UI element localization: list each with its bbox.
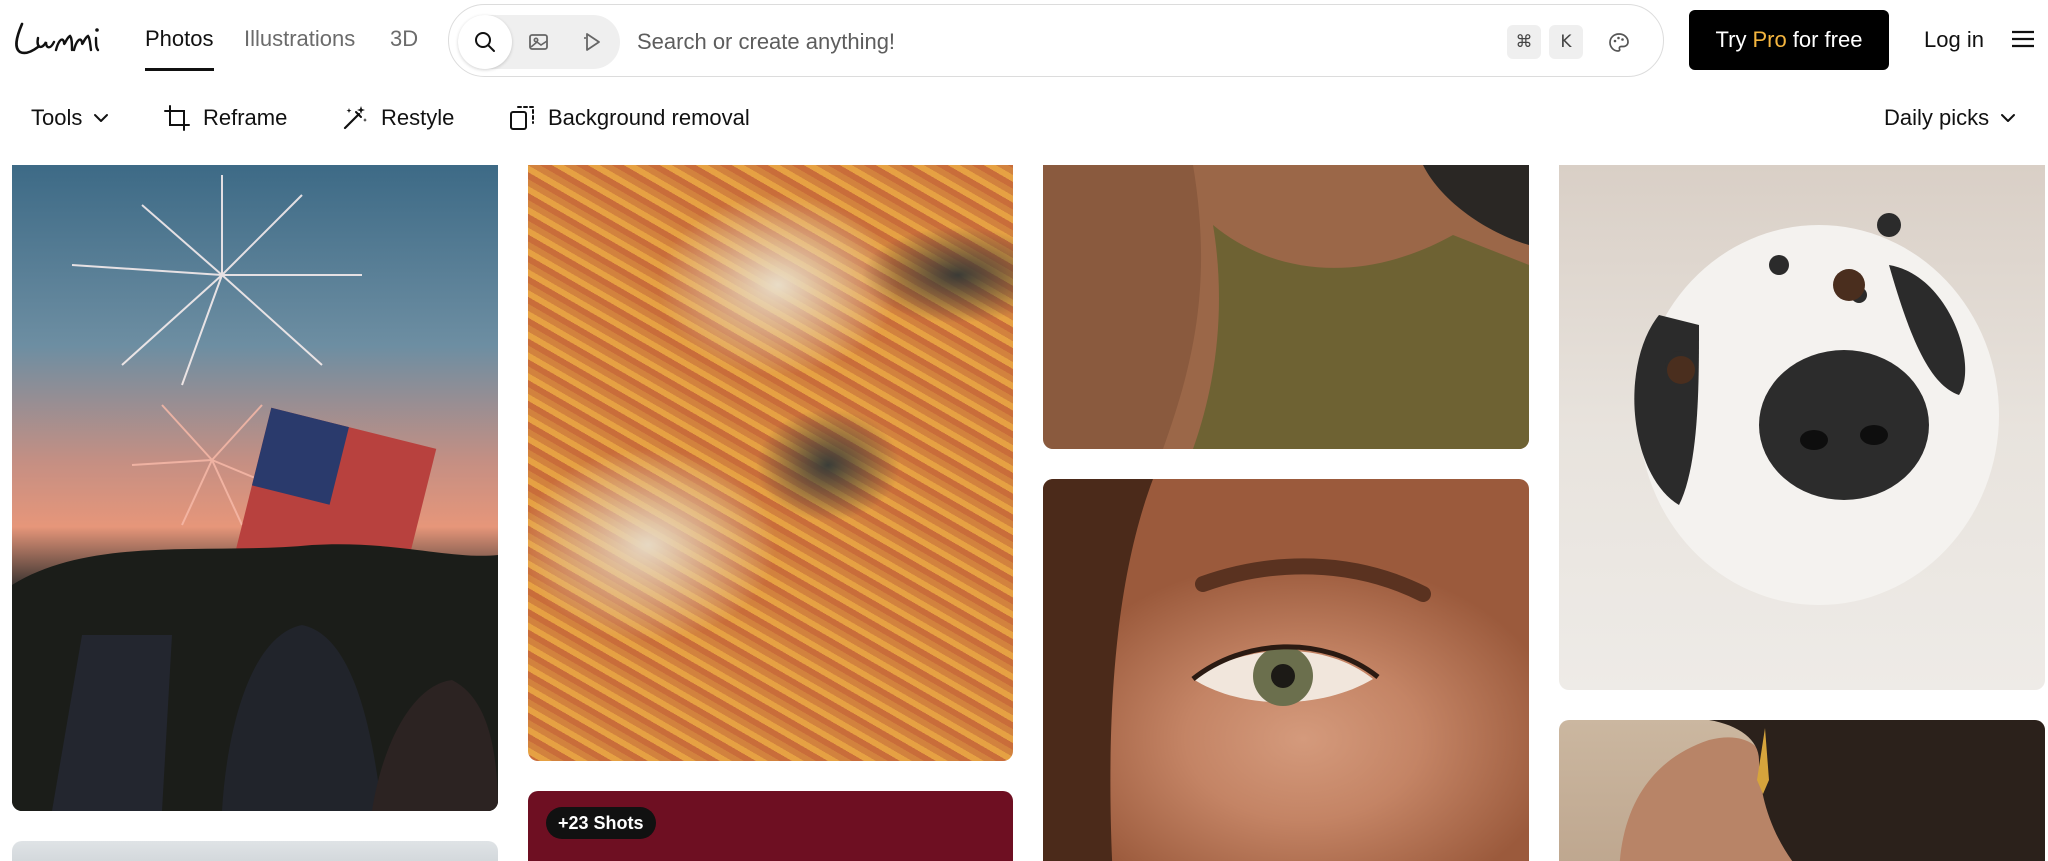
photo-dalmatian-image [1634, 213, 1999, 605]
chevron-down-icon [94, 114, 109, 122]
tools-dropdown[interactable]: Tools [31, 101, 110, 135]
photo-card-street[interactable] [12, 841, 498, 861]
chevron-down-icon [2001, 114, 2016, 122]
search-bar: ⌘ K [448, 4, 1664, 77]
shortcut-cmd-key: ⌘ [1507, 25, 1541, 59]
image-search-icon [529, 34, 548, 50]
search-mode-button[interactable] [458, 15, 512, 69]
photo-woman-profile-image [1619, 720, 2045, 861]
magic-wand-icon [343, 106, 367, 130]
tools-label: Tools [31, 105, 83, 130]
lummi-logo[interactable] [12, 14, 116, 66]
try-pro-button[interactable]: Try Pro for free [1689, 10, 1889, 70]
pro-accent: Pro [1752, 27, 1787, 52]
color-filter-button[interactable] [1601, 25, 1637, 61]
photo-eye-image [1043, 479, 1431, 861]
background-removal-icon [510, 106, 534, 130]
sort-dropdown[interactable]: Daily picks [1884, 101, 2017, 135]
generate-mode-button[interactable] [566, 15, 620, 69]
photo-card-dalmatian[interactable] [1559, 165, 2045, 690]
photo-card-torso[interactable] [1043, 165, 1529, 449]
tab-photos[interactable]: Photos [145, 26, 214, 71]
tab-3d[interactable]: 3D [390, 26, 418, 66]
photo-card-eye[interactable] [1043, 479, 1529, 861]
top-header: Photos Illustrations 3D Search or create… [0, 0, 2048, 80]
menu-button[interactable] [2010, 26, 2036, 52]
pro-prefix: Try [1715, 27, 1747, 52]
search-mode-group [458, 15, 620, 69]
pro-suffix: for free [1792, 27, 1863, 52]
search-input[interactable] [637, 25, 1437, 59]
hamburger-menu-icon [2012, 30, 2034, 48]
shots-count-badge: +23 Shots [546, 807, 656, 839]
photo-card-knitted-texture[interactable] [528, 165, 1013, 761]
background-removal-tool[interactable]: Background removal [508, 101, 750, 135]
photo-fireworks-image [12, 175, 498, 811]
tab-illustrations[interactable]: Illustrations [244, 26, 355, 66]
logo-wordmark-icon [15, 22, 100, 55]
restyle-label: Restyle [381, 105, 455, 130]
restyle-tool[interactable]: Restyle [341, 101, 454, 135]
photo-card-fireworks[interactable] [12, 165, 498, 811]
photo-card-woman-profile[interactable] [1559, 720, 2045, 861]
sort-label: Daily picks [1884, 105, 1990, 130]
palette-icon [1609, 33, 1629, 52]
crop-icon [164, 105, 190, 131]
shortcut-k-key: K [1549, 25, 1583, 59]
search-icon [475, 32, 495, 52]
photo-torso-image [1043, 165, 1529, 449]
photo-gallery: +23 Shots [0, 165, 2048, 861]
reframe-tool[interactable]: Reframe [163, 101, 287, 135]
tools-bar: Tools Reframe Restyle Background removal… [0, 95, 2048, 141]
collection-card-maroon[interactable]: +23 Shots [528, 791, 1013, 861]
background-removal-label: Background removal [548, 105, 750, 130]
reframe-label: Reframe [203, 105, 288, 130]
login-link[interactable]: Log in [1924, 27, 1984, 53]
image-search-mode-button[interactable] [512, 15, 566, 69]
generate-icon [584, 33, 600, 51]
